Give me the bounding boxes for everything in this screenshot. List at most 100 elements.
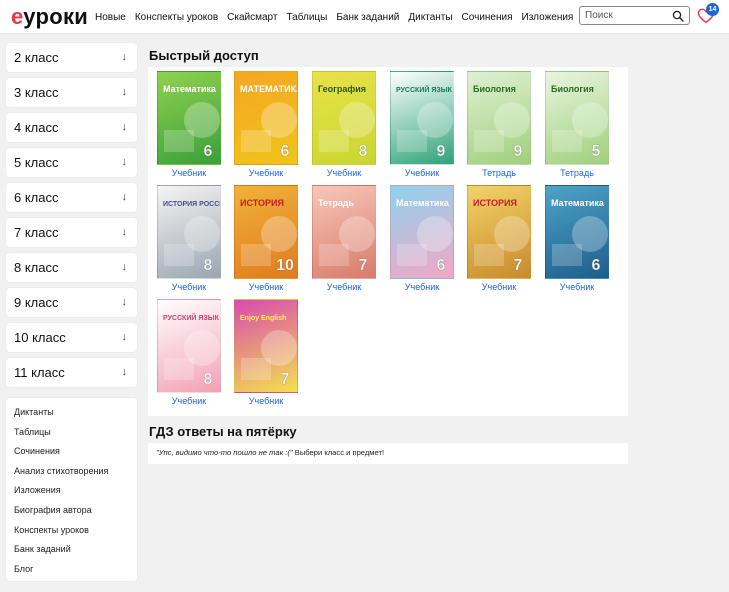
book-cover[interactable]: Математика 6 bbox=[390, 185, 454, 279]
empty-state-quote: "Упс, видимо что-то пошло не так :(" bbox=[156, 448, 293, 457]
book-card[interactable]: Математика 6 Учебник bbox=[389, 185, 455, 292]
search-icon[interactable] bbox=[672, 10, 684, 22]
search-box bbox=[579, 6, 690, 25]
book-caption-link[interactable]: Учебник bbox=[389, 282, 455, 292]
book-cover[interactable]: РУССКИЙ ЯЗЫК 8 bbox=[157, 299, 221, 393]
book-caption-link[interactable]: Учебник bbox=[156, 168, 222, 178]
book-cover[interactable]: География 8 bbox=[312, 71, 376, 165]
book-cover[interactable]: ИСТОРИЯ РОССИИ 8 bbox=[157, 185, 221, 279]
nav-link[interactable]: Новые bbox=[95, 12, 126, 23]
logo-rest: уроки bbox=[23, 4, 89, 29]
grade-dropdown[interactable]: 6 класс ↓ bbox=[6, 183, 137, 212]
search-input[interactable] bbox=[585, 9, 671, 22]
book-cover[interactable]: Биология 9 bbox=[467, 71, 531, 165]
book-cover[interactable]: Биология 5 bbox=[545, 71, 609, 165]
grade-label: 7 класс bbox=[14, 225, 59, 240]
cover-grade-number: 10 bbox=[276, 257, 294, 274]
arrow-down-icon: ↓ bbox=[121, 51, 128, 63]
book-cover[interactable]: Enjoy English 7 bbox=[234, 299, 298, 393]
sidebar-link[interactable]: Биография автора bbox=[6, 501, 137, 521]
nav-link[interactable]: Изложения bbox=[522, 12, 574, 23]
book-caption-link[interactable]: Тетрадь bbox=[544, 168, 610, 178]
sidebar-link[interactable]: Анализ стихотворения bbox=[6, 462, 137, 482]
book-cover[interactable]: ИСТОРИЯ 7 bbox=[467, 185, 531, 279]
grade-dropdown[interactable]: 5 класс ↓ bbox=[6, 148, 137, 177]
book-card[interactable]: ИСТОРИЯ 7 Учебник bbox=[466, 185, 532, 292]
arrow-down-icon: ↓ bbox=[121, 261, 128, 273]
sidebar-link[interactable]: Сочинения bbox=[6, 442, 137, 462]
sidebar-link[interactable]: Диктанты bbox=[6, 403, 137, 423]
grade-dropdown[interactable]: 10 класс ↓ bbox=[6, 323, 137, 352]
sidebar-link[interactable]: Конспекты уроков bbox=[6, 521, 137, 541]
nav-link[interactable]: Скайсмарт bbox=[227, 12, 277, 23]
sidebar-link[interactable]: Банк заданий bbox=[6, 540, 137, 560]
grade-dropdown[interactable]: 11 класс ↓ bbox=[6, 358, 137, 387]
nav-link[interactable]: Диктанты bbox=[408, 12, 452, 23]
book-caption-link[interactable]: Тетрадь bbox=[466, 168, 532, 178]
quick-access-panel: Математика 6 Учебник МАТЕМАТИКА 6 Учебник Геог… bbox=[148, 67, 628, 416]
grade-dropdown[interactable]: 2 класс ↓ bbox=[6, 43, 137, 72]
grade-label: 8 класс bbox=[14, 260, 59, 275]
book-card[interactable]: РУССКИЙ ЯЗЫК 8 Учебник bbox=[156, 299, 222, 406]
cover-title: Математика bbox=[163, 84, 217, 94]
nav-link[interactable]: Конспекты уроков bbox=[135, 12, 218, 23]
main-nav: Новые Конспекты уроков Скайсмарт Таблицы Бан… bbox=[95, 0, 604, 34]
arrow-down-icon: ↓ bbox=[121, 121, 128, 133]
arrow-down-icon: ↓ bbox=[121, 86, 128, 98]
book-card[interactable]: РУССКИЙ ЯЗЫК 9 Учебник bbox=[389, 71, 455, 178]
book-cover[interactable]: Математика 6 bbox=[545, 185, 609, 279]
book-card[interactable]: ИСТОРИЯ РОССИИ 8 Учебник bbox=[156, 185, 222, 292]
book-caption-link[interactable]: Учебник bbox=[233, 168, 299, 178]
sidebar-link[interactable]: Таблицы bbox=[6, 423, 137, 443]
cover-grade-number: 8 bbox=[359, 143, 368, 160]
cover-art: Математика 6 bbox=[396, 198, 453, 274]
book-cover[interactable]: Математика 6 bbox=[157, 71, 221, 165]
book-caption-link[interactable]: Учебник bbox=[466, 282, 532, 292]
book-cover[interactable]: Тетрадь 7 bbox=[312, 185, 376, 279]
book-cover[interactable]: ИСТОРИЯ 10 bbox=[234, 185, 298, 279]
nav-link[interactable]: Таблицы bbox=[286, 12, 327, 23]
book-cover[interactable]: МАТЕМАТИКА 6 bbox=[234, 71, 298, 165]
cover-title: Математика bbox=[551, 198, 605, 208]
logo[interactable]: еуроки bbox=[11, 4, 88, 30]
grade-label: 3 класс bbox=[14, 85, 59, 100]
book-card[interactable]: ИСТОРИЯ 10 Учебник bbox=[233, 185, 299, 292]
cover-grade-number: 5 bbox=[592, 143, 601, 160]
arrow-down-icon: ↓ bbox=[121, 331, 128, 343]
book-card[interactable]: Тетрадь 7 Учебник bbox=[311, 185, 377, 292]
grade-dropdown[interactable]: 4 класс ↓ bbox=[6, 113, 137, 142]
book-caption-link[interactable]: Учебник bbox=[544, 282, 610, 292]
book-card[interactable]: Enjoy English 7 Учебник bbox=[233, 299, 299, 406]
book-caption-link[interactable]: Учебник bbox=[156, 282, 222, 292]
cover-grade-number: 6 bbox=[437, 257, 446, 274]
book-card[interactable]: География 8 Учебник bbox=[311, 71, 377, 178]
book-card[interactable]: МАТЕМАТИКА 6 Учебник bbox=[233, 71, 299, 178]
sidebar-link[interactable]: Блог bbox=[6, 560, 137, 580]
book-caption-link[interactable]: Учебник bbox=[233, 282, 299, 292]
nav-link[interactable]: Банк заданий bbox=[336, 12, 399, 23]
cover-title: Enjoy English bbox=[240, 315, 286, 322]
book-caption-link[interactable]: Учебник bbox=[233, 396, 299, 406]
book-card[interactable]: Математика 6 Учебник bbox=[544, 185, 610, 292]
book-card[interactable]: Биология 5 Тетрадь bbox=[544, 71, 610, 178]
cover-art: Enjoy English 7 bbox=[240, 315, 297, 388]
cover-art: МАТЕМАТИКА 6 bbox=[240, 84, 297, 160]
arrow-down-icon: ↓ bbox=[121, 191, 128, 203]
cover-art: Тетрадь 7 bbox=[318, 198, 375, 274]
book-card[interactable]: Биология 9 Тетрадь bbox=[466, 71, 532, 178]
nav-link[interactable]: Сочинения bbox=[462, 12, 513, 23]
grade-dropdown[interactable]: 9 класс ↓ bbox=[6, 288, 137, 317]
grade-label: 11 класс bbox=[14, 365, 65, 380]
grade-dropdown[interactable]: 3 класс ↓ bbox=[6, 78, 137, 107]
cover-grade-number: 6 bbox=[592, 257, 601, 274]
grade-dropdown[interactable]: 7 класс ↓ bbox=[6, 218, 137, 247]
book-caption-link[interactable]: Учебник bbox=[311, 168, 377, 178]
cover-grade-number: 6 bbox=[204, 143, 213, 160]
book-caption-link[interactable]: Учебник bbox=[311, 282, 377, 292]
book-cover[interactable]: РУССКИЙ ЯЗЫК 9 bbox=[390, 71, 454, 165]
grade-dropdown[interactable]: 8 класс ↓ bbox=[6, 253, 137, 282]
book-caption-link[interactable]: Учебник bbox=[156, 396, 222, 406]
sidebar-link[interactable]: Изложения bbox=[6, 481, 137, 501]
book-card[interactable]: Математика 6 Учебник bbox=[156, 71, 222, 178]
book-caption-link[interactable]: Учебник bbox=[389, 168, 455, 178]
